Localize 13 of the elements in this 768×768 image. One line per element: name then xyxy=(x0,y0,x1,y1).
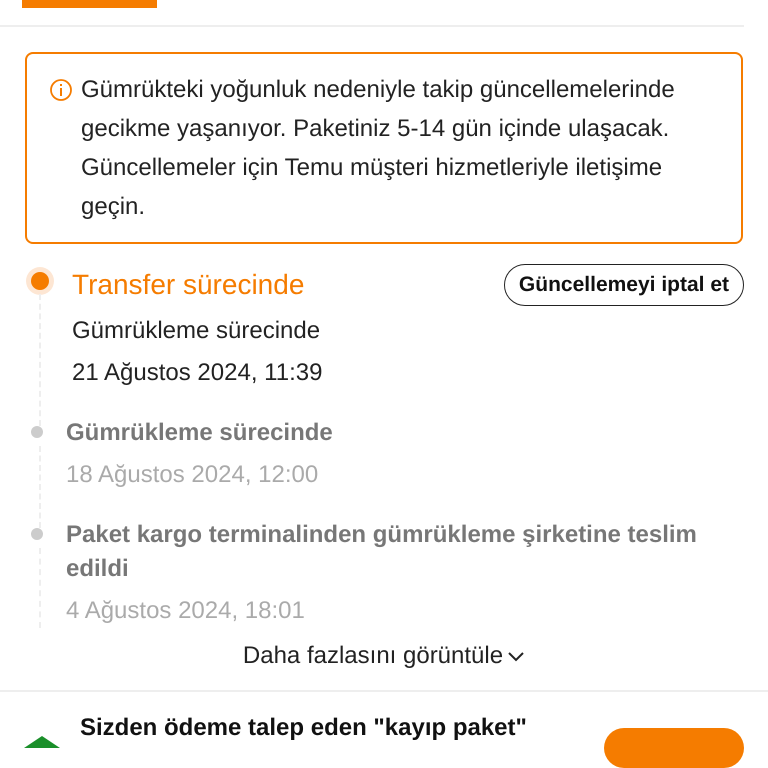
status-title: Paket kargo terminalinden gümrükleme şirketine teslim edildi xyxy=(66,520,698,584)
promo-text: Sizden ödeme talep eden "kayıp paket" xyxy=(80,714,528,742)
status-detail: Gümrükleme sürecinde xyxy=(72,316,322,346)
status-date: 18 Ağustos 2024, 12:00 xyxy=(66,460,320,490)
show-more-button[interactable]: Daha fazlasını görüntüle xyxy=(242,642,526,670)
cancel-update-button[interactable]: Güncellemeyi iptal et xyxy=(504,264,744,306)
status-date: 21 Ağustos 2024, 11:39 xyxy=(72,358,324,388)
status-title: Gümrükleme sürecinde xyxy=(66,418,333,448)
notice-text: Gümrükteki yoğunluk nedeniyle takip güncellemelerinde gecikme yaşanıyor. Paketiniz 5-14 gün içinde ulaşacak. Güncellemeler için Temu müşteri hizmetleriyle iletişime geçin. xyxy=(81,75,676,222)
info-icon xyxy=(49,78,73,102)
status-title: Transfer sürecinde xyxy=(72,268,304,302)
status-date: 4 Ağustos 2024, 18:01 xyxy=(66,596,306,626)
chevron-down-icon xyxy=(507,650,526,662)
